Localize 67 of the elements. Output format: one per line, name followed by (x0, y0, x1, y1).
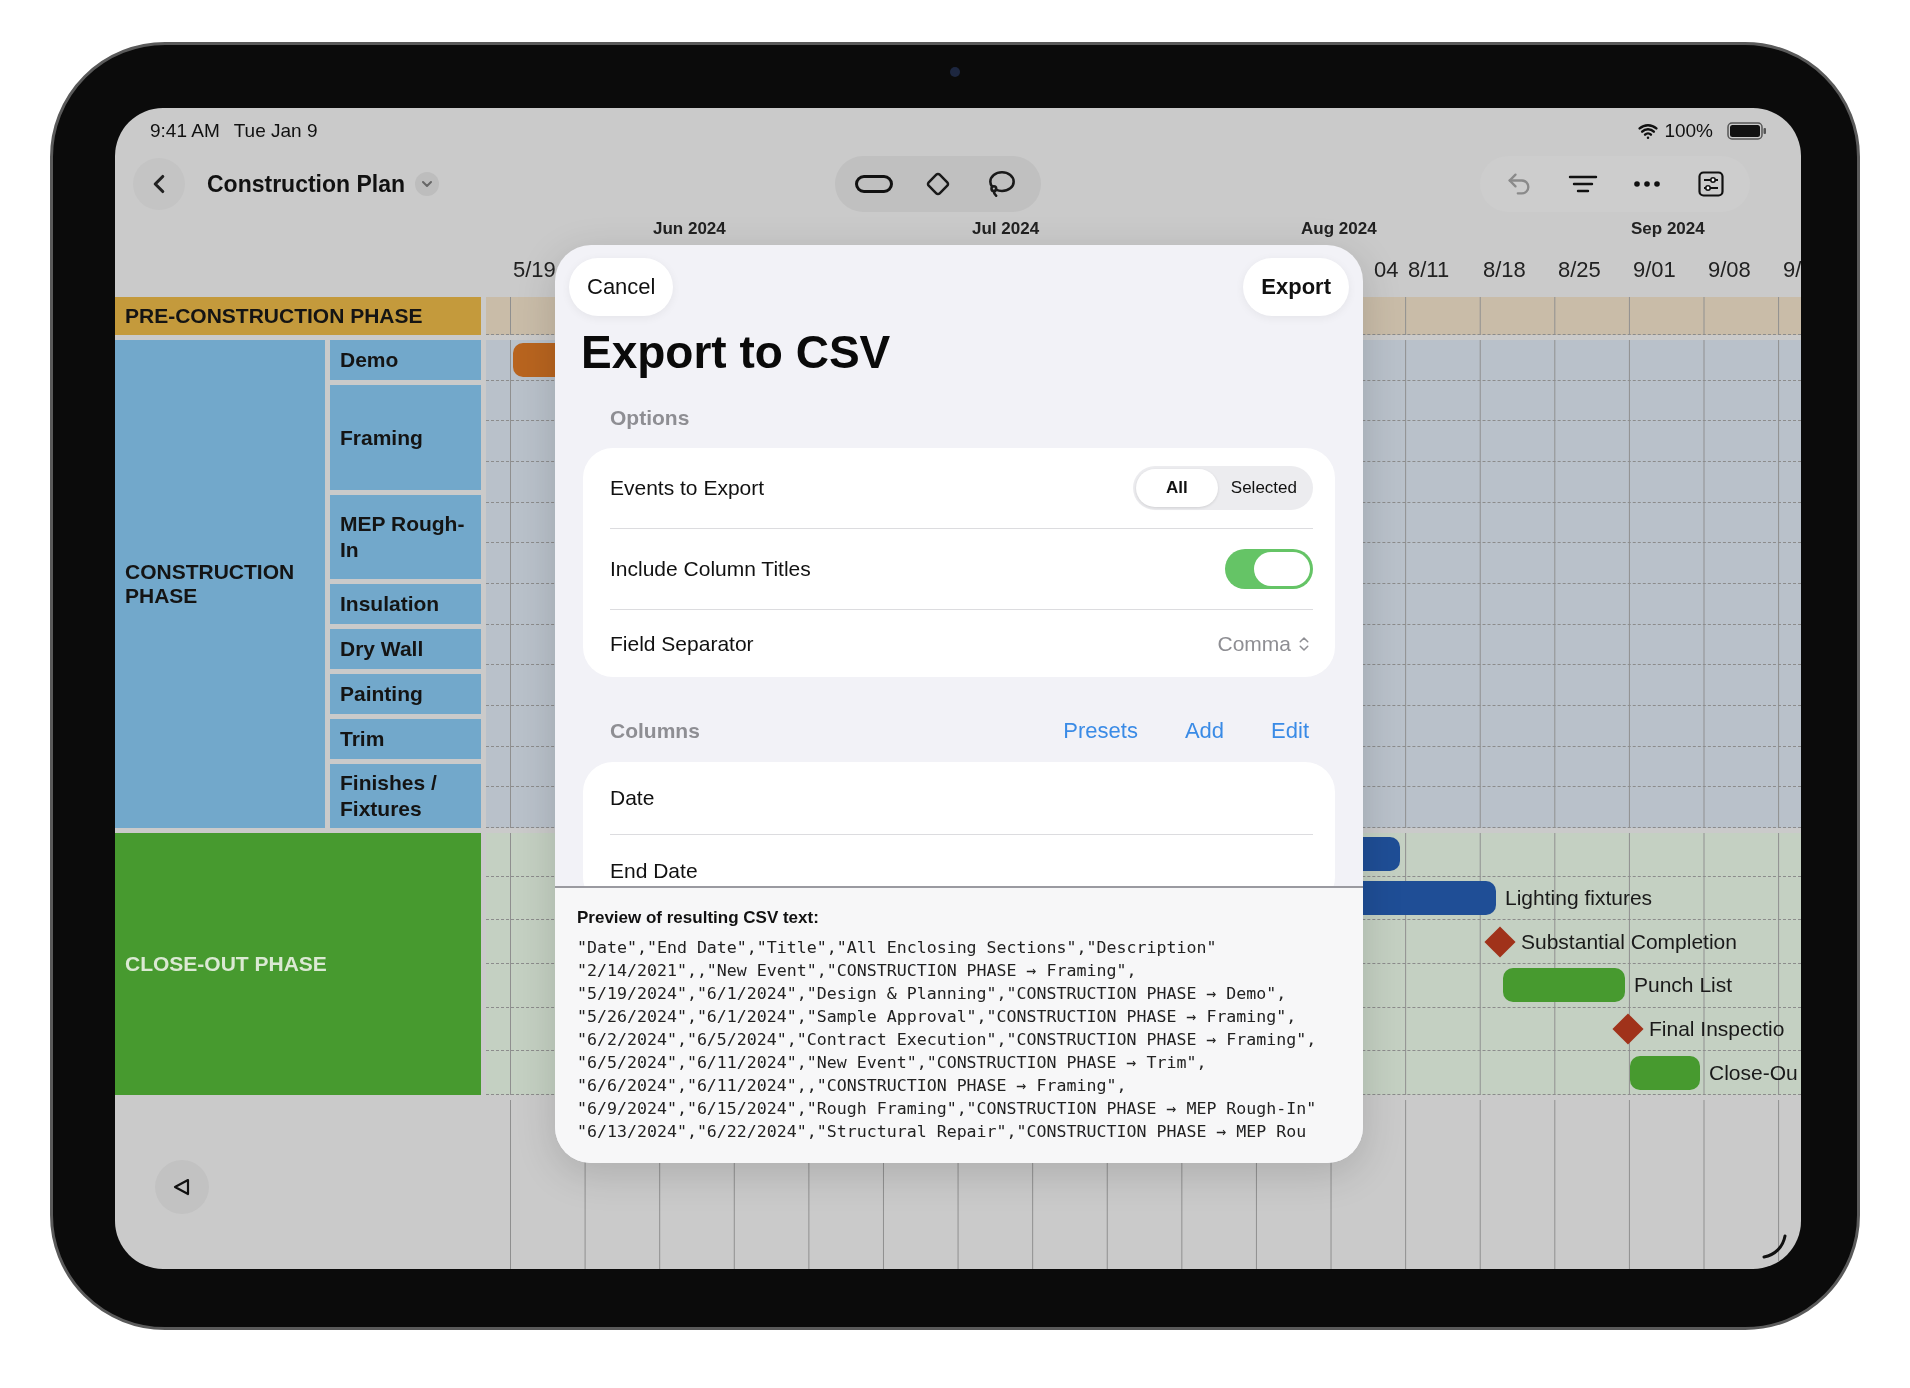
csv-line: "6/5/2024","6/11/2024","New Event","CONSTRUCTION PHASE → Trim", (577, 1052, 1208, 1074)
subsection-cell: Insulation (330, 584, 481, 624)
task-label: Punch List (1634, 973, 1733, 998)
week-label: 9/01 (1633, 257, 1676, 283)
subsection-cell: Demo (330, 340, 481, 380)
week-label: 8/11 (1408, 257, 1450, 283)
column-name[interactable]: End Date (610, 859, 698, 883)
week-label: 9/ (1783, 257, 1801, 283)
section-header: Columns (610, 719, 700, 743)
csv-line: "6/6/2024","6/11/2024",,"CONSTRUCTION PHASE → Framing", (577, 1075, 1128, 1097)
export-button[interactable]: Export (1243, 258, 1349, 316)
row-label: Include Column Titles (610, 557, 811, 581)
subsection-cell: Framing (330, 385, 481, 490)
phase-cell: PRE-CONSTRUCTION PHASE (115, 297, 481, 335)
title-menu-button[interactable] (415, 172, 440, 196)
column-name[interactable]: Date (610, 786, 655, 810)
task-label: Lighting fixtures (1505, 886, 1653, 910)
subsection-cell: Finishes / Fixtures (330, 764, 481, 828)
week-label: 9/08 (1708, 257, 1751, 283)
section-header: Options (610, 406, 690, 430)
csv-line: "6/13/2024","6/22/2024","Structural Repair","CONSTRUCTION PHASE → MEP Rou (577, 1121, 1308, 1143)
row-label: Events to Export (610, 476, 765, 500)
csv-line: "2/14/2021",,"New Event","CONSTRUCTION PHASE → Framing", (577, 960, 1138, 982)
week-label: 5/19 (513, 257, 556, 283)
corner-arc-icon (1761, 1233, 1787, 1259)
cancel-button[interactable]: Cancel (569, 258, 674, 316)
back-button[interactable] (133, 158, 185, 210)
csv-line: "5/26/2024","6/1/2024","Sample Approval","CONSTRUCTION PHASE → Framing", (577, 1006, 1298, 1028)
toggle-switch[interactable] (1225, 549, 1313, 589)
task-label: Substantial Completion (1521, 929, 1737, 954)
month-label: Sep 2024 (1631, 219, 1705, 239)
phase-cell: CLOSE-OUT PHASE (115, 833, 481, 1095)
csv-line: "6/9/2024","6/15/2024","Rough Framing","CONSTRUCTION PHASE → MEP Rough-In" (577, 1098, 1318, 1120)
csv-line: "6/2/2024","6/5/2024","Contract Execution","CONSTRUCTION PHASE → Framing", (577, 1029, 1318, 1051)
filter-lines-icon (1568, 174, 1598, 194)
month-label: Jul 2024 (972, 219, 1040, 239)
triangle-left-icon (172, 1177, 192, 1197)
status-date: Tue Jan 9 (233, 119, 318, 142)
preview-title: Preview of resulting CSV text: (577, 908, 820, 928)
document-title: Construction Plan (207, 170, 406, 198)
segment-option[interactable]: Selected (1217, 469, 1310, 507)
row-label: Field Separator (610, 631, 754, 656)
battery-percent: 100% (1664, 119, 1713, 142)
phase-cell: CONSTRUCTION PHASE (115, 340, 325, 828)
subsection-cell: MEP Rough-In (330, 495, 481, 579)
subsection-cell: Dry Wall (330, 629, 481, 669)
diamond-icon (926, 172, 950, 196)
task-label: Close-Ou (1709, 1060, 1798, 1085)
week-label: 04 (1374, 257, 1399, 283)
capsule-icon (855, 175, 893, 193)
lasso-icon (988, 170, 1016, 198)
csv-line: "5/19/2024","6/1/2024","Design & Planning","CONSTRUCTION PHASE → Demo", (577, 983, 1288, 1005)
task-label: Final Inspectio (1649, 1017, 1785, 1041)
subsection-cell: Painting (330, 674, 481, 714)
sliders-icon (1698, 171, 1724, 197)
subsection-cell: Trim (330, 719, 481, 759)
ellipsis-icon (1634, 181, 1660, 187)
segment-option[interactable]: All (1136, 469, 1218, 507)
battery-icon (1727, 121, 1767, 140)
status-time: 9:41 AM (150, 119, 220, 142)
week-label: 8/18 (1483, 257, 1526, 283)
camera-dot (950, 67, 960, 77)
month-label: Aug 2024 (1301, 219, 1377, 239)
sheet-title: Export to CSV (581, 326, 892, 378)
week-label: 8/25 (1558, 257, 1601, 283)
month-label: Jun 2024 (653, 219, 726, 239)
csv-line: "Date","End Date","Title","All Enclosing Sections","Description" (577, 937, 1218, 959)
